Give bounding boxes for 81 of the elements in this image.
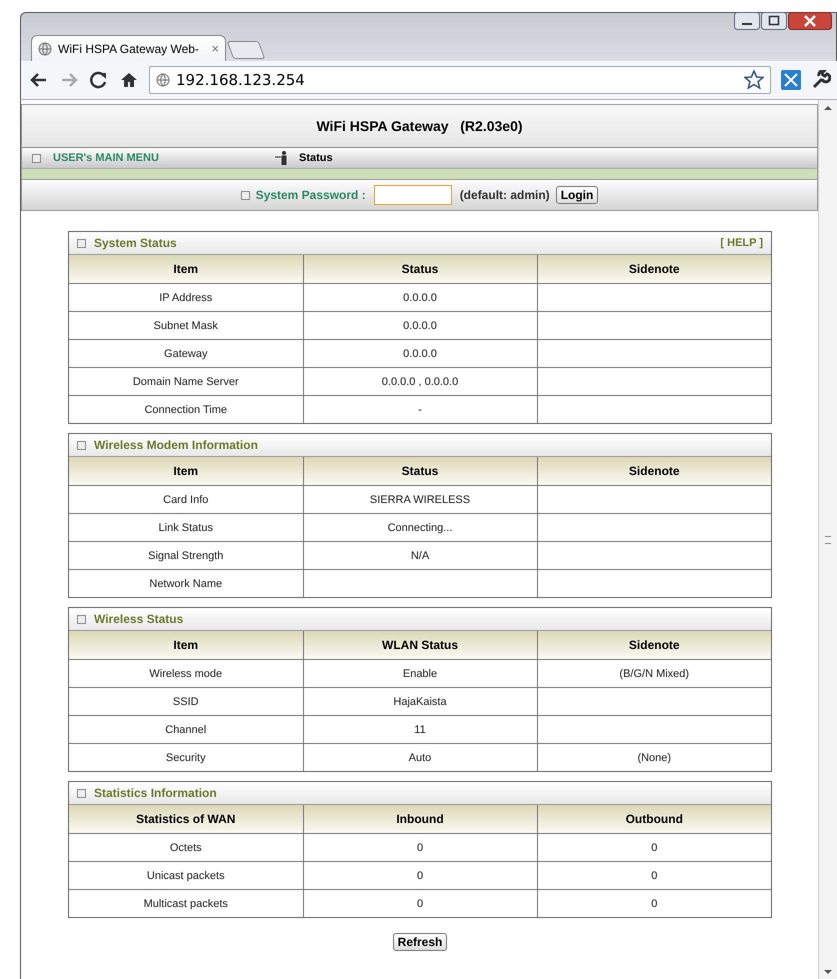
bullet-icon xyxy=(77,238,86,248)
section-title: Wireless Modem Information xyxy=(94,438,259,452)
table-cell: Card Info xyxy=(69,486,303,514)
table-cell: Wireless mode xyxy=(69,660,303,688)
table-cell: (None) xyxy=(537,744,771,771)
table-cell: Signal Strength xyxy=(69,542,303,570)
scrollbar[interactable] xyxy=(818,100,837,979)
section-title: System Status xyxy=(94,236,178,250)
table-cell: 11 xyxy=(303,716,537,744)
table-cell: Enable xyxy=(303,660,537,688)
column-header: Status xyxy=(303,255,537,284)
table-cell: Link Status xyxy=(69,514,303,542)
password-field[interactable] xyxy=(374,185,452,205)
table-cell: 0.0.0.0 , 0.0.0.0 xyxy=(303,368,537,396)
column-header: WLAN Status xyxy=(303,631,537,660)
globe-icon xyxy=(38,42,52,56)
home-icon[interactable] xyxy=(119,70,139,90)
column-header: Sidenote xyxy=(537,255,771,284)
column-header: Outbound xyxy=(537,805,771,834)
table-cell: 0.0.0.0 xyxy=(303,284,537,312)
column-header: Sidenote xyxy=(537,631,771,660)
password-label: System Password : xyxy=(256,188,366,202)
globe-icon xyxy=(156,73,170,87)
tab-title: WiFi HSPA Gateway Web- xyxy=(58,42,200,56)
scroll-grip-icon xyxy=(825,536,831,544)
breadcrumb: Status xyxy=(299,152,333,164)
table-cell: SSID xyxy=(69,688,303,716)
column-header: Inbound xyxy=(303,805,537,834)
column-header: Item xyxy=(69,457,303,486)
table-cell: Gateway xyxy=(69,340,303,368)
table-cell: Security xyxy=(69,744,303,771)
table-cell: IP Address xyxy=(69,284,303,312)
table-cell: 0.0.0.0 xyxy=(303,312,537,340)
reload-icon[interactable] xyxy=(89,70,109,90)
page-title: WiFi HSPA Gateway (R2.03e0) xyxy=(22,105,817,147)
bullet-icon xyxy=(77,614,86,624)
column-header: Item xyxy=(69,255,303,284)
star-icon[interactable] xyxy=(744,70,764,90)
bullet-icon xyxy=(240,190,250,200)
column-header: Statistics of WAN xyxy=(69,805,303,834)
wrench-icon[interactable] xyxy=(811,70,831,90)
table-cell: 0 xyxy=(303,834,537,862)
bullet-icon xyxy=(77,788,86,798)
table-cell: Domain Name Server xyxy=(69,368,303,396)
column-header: Item xyxy=(69,631,303,660)
person-icon xyxy=(275,151,289,165)
table-cell: Network Name xyxy=(69,570,303,597)
close-icon[interactable] xyxy=(788,12,832,30)
table-cell: Unicast packets xyxy=(69,862,303,890)
table-cell: Connection Time xyxy=(69,396,303,423)
refresh-button[interactable]: Refresh xyxy=(392,933,448,951)
table-cell: Subnet Mask xyxy=(69,312,303,340)
minimize-icon[interactable] xyxy=(734,12,760,30)
table-cell: Channel xyxy=(69,716,303,744)
maximize-icon[interactable] xyxy=(761,12,787,30)
help-link[interactable]: [ HELP ] xyxy=(720,237,763,249)
table-cell: HajaKaista xyxy=(303,688,537,716)
column-header: Status xyxy=(303,457,537,486)
url-text: 192.168.123.254 xyxy=(176,71,306,89)
browser-tab[interactable]: WiFi HSPA Gateway Web- × xyxy=(31,35,226,61)
login-button[interactable]: Login xyxy=(556,186,598,204)
table-cell: SIERRA WIRELESS xyxy=(303,486,537,514)
table-cell: 0 xyxy=(303,862,537,890)
new-tab-button[interactable] xyxy=(226,41,266,59)
column-header: Sidenote xyxy=(537,457,771,486)
table-cell: Octets xyxy=(69,834,303,862)
bullet-icon xyxy=(32,154,41,162)
table-cell: Multicast packets xyxy=(69,890,303,917)
scroll-down-icon[interactable] xyxy=(824,969,832,975)
table-cell: 0 xyxy=(537,890,771,917)
scroll-up-icon[interactable] xyxy=(824,104,832,110)
extension-icon[interactable] xyxy=(781,70,801,90)
address-bar[interactable]: 192.168.123.254 xyxy=(149,66,771,94)
bullet-icon xyxy=(77,440,86,450)
password-hint: (default: admin) xyxy=(460,188,550,202)
table-cell: 0.0.0.0 xyxy=(303,340,537,368)
table-cell: Connecting... xyxy=(303,514,537,542)
section-title: Statistics Information xyxy=(94,786,218,800)
tab-close-button[interactable]: × xyxy=(211,41,219,56)
table-cell: N/A xyxy=(303,542,537,570)
section-title: Wireless Status xyxy=(94,612,184,626)
